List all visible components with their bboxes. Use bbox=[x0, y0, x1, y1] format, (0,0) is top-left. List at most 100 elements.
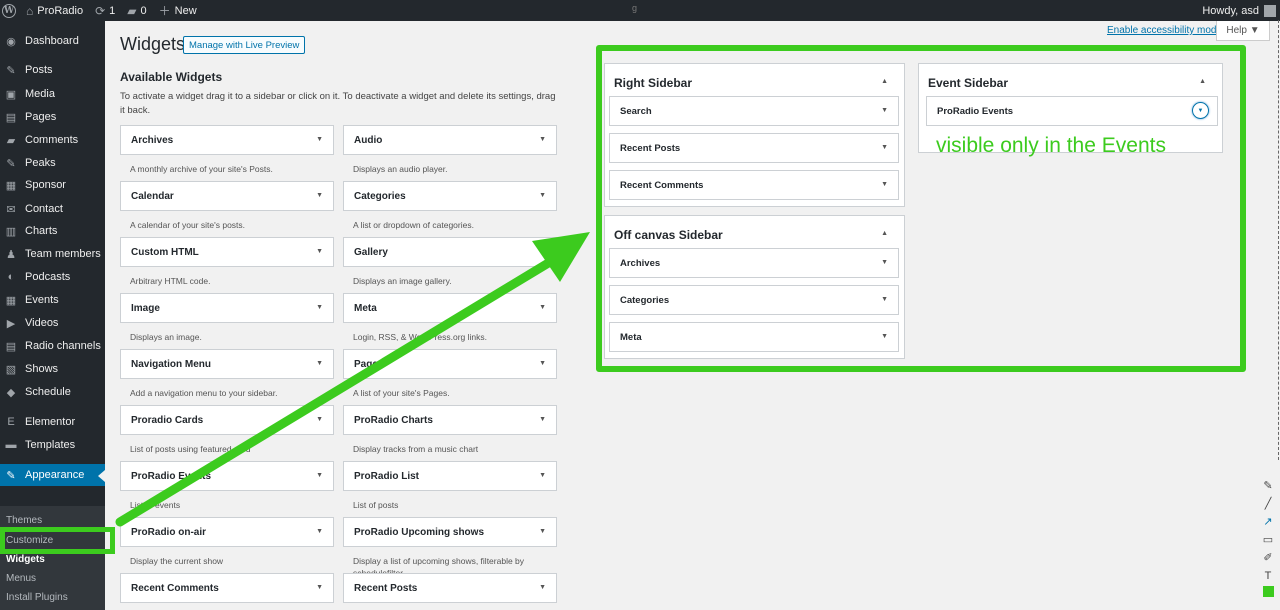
widget-description: Displays an audio player. bbox=[353, 164, 448, 174]
page-title: Widgets bbox=[120, 34, 186, 54]
expand-arrow-icon[interactable]: ▼ bbox=[316, 360, 323, 367]
menu-item-radio-channels[interactable]: ▤ Radio channels bbox=[0, 335, 105, 357]
color-swatch[interactable] bbox=[1262, 586, 1274, 597]
menu-item-schedule[interactable]: ◆ Schedule bbox=[0, 381, 105, 403]
my-account-link[interactable]: Howdy, asd bbox=[1202, 0, 1276, 21]
menu-item-podcasts[interactable]: ◐ Podcasts bbox=[0, 266, 105, 288]
line-icon[interactable]: ╱ bbox=[1265, 496, 1272, 511]
expand-arrow-icon[interactable]: ▼ bbox=[316, 416, 323, 423]
accessibility-mode-link[interactable]: Enable accessibility mode bbox=[1107, 25, 1222, 36]
brush-icon: ✎ bbox=[6, 469, 16, 482]
widget-proradio-cards[interactable]: Proradio Cards ▼ bbox=[120, 405, 334, 435]
elementor-icon: E bbox=[7, 416, 15, 428]
widget-recent-posts[interactable]: Recent Posts ▼ bbox=[343, 573, 557, 603]
menu-item-elementor[interactable]: E Elementor bbox=[0, 411, 105, 433]
widget-proradio-charts[interactable]: ProRadio Charts ▼ bbox=[343, 405, 557, 435]
expand-arrow-icon[interactable]: ▼ bbox=[539, 528, 546, 535]
menu-item-posts[interactable]: ✎ Posts bbox=[0, 59, 105, 81]
widget-archives[interactable]: Archives ▼ bbox=[120, 125, 334, 155]
highlighter-icon[interactable]: ✐ bbox=[1263, 550, 1272, 565]
expand-arrow-icon[interactable]: ▼ bbox=[316, 248, 323, 255]
expand-arrow-icon[interactable]: ▼ bbox=[316, 472, 323, 479]
expand-arrow-icon[interactable]: ▼ bbox=[539, 584, 546, 591]
live-preview-button[interactable]: Manage with Live Preview bbox=[183, 36, 306, 54]
podcast-icon: ◐ bbox=[7, 271, 15, 283]
calendar-icon: ▦ bbox=[5, 294, 17, 307]
expand-arrow-icon[interactable]: ▼ bbox=[316, 136, 323, 143]
available-widgets-description: To activate a widget drag it to a sideba… bbox=[120, 91, 556, 116]
widget-description: Login, RSS, & WordPress.org links. bbox=[353, 332, 488, 342]
arrow-icon[interactable]: ↗ bbox=[1263, 514, 1272, 529]
expand-arrow-icon[interactable]: ▼ bbox=[539, 192, 546, 199]
help-tab-button[interactable]: Help ▼ bbox=[1216, 21, 1270, 41]
menu-item-peaks[interactable]: ✎ Peaks bbox=[0, 152, 105, 174]
wordpress-logo-icon[interactable]: W bbox=[2, 3, 16, 18]
text-icon[interactable]: T bbox=[1265, 568, 1272, 583]
widget-gallery[interactable]: Gallery ▼ bbox=[343, 237, 557, 267]
submenu-item-menus[interactable]: Menus bbox=[6, 573, 36, 584]
widget-description: A list of your site's Pages. bbox=[353, 388, 450, 398]
widget-recent-comments[interactable]: Recent Comments ▼ bbox=[120, 573, 334, 603]
widget-audio[interactable]: Audio ▼ bbox=[343, 125, 557, 155]
widget-meta[interactable]: Meta ▼ bbox=[343, 293, 557, 323]
menu-item-charts[interactable]: ▥ Charts bbox=[0, 220, 105, 242]
site-name-link[interactable]: ⌂ ProRadio bbox=[20, 0, 89, 21]
page-edge-divider bbox=[1278, 20, 1279, 460]
widget-description: Display tracks from a music chart bbox=[353, 444, 479, 454]
widget-description: Displays an image gallery. bbox=[353, 276, 452, 286]
widget-proradio-events[interactable]: ProRadio Events ▼ bbox=[120, 461, 334, 491]
submenu-item-widgets[interactable]: Widgets bbox=[6, 554, 45, 565]
menu-item-team-members[interactable]: ♟ Team members bbox=[0, 243, 105, 265]
widget-image[interactable]: Image ▼ bbox=[120, 293, 334, 323]
menu-item-shows[interactable]: ▧ Shows bbox=[0, 358, 105, 380]
admin-bar: W ⌂ ProRadio ⟳ 1 ▰ 0 ＋ New g Howdy, asd bbox=[0, 0, 1280, 21]
menu-item-contact[interactable]: ✉ Contact bbox=[0, 198, 105, 220]
pin-icon: ✎ bbox=[6, 64, 16, 77]
updates-link[interactable]: ⟳ 1 bbox=[89, 0, 121, 21]
widget-pages[interactable]: Pages ▼ bbox=[343, 349, 557, 379]
comment-icon: ▰ bbox=[6, 134, 16, 147]
expand-arrow-icon[interactable]: ▼ bbox=[539, 248, 546, 255]
widget-description: List of posts bbox=[353, 500, 399, 510]
schedule-icon: ◆ bbox=[6, 386, 16, 399]
submenu-item-themes[interactable]: Themes bbox=[6, 515, 42, 526]
expand-arrow-icon[interactable]: ▼ bbox=[316, 528, 323, 535]
widget-proradio-upcoming-shows[interactable]: ProRadio Upcoming shows ▼ bbox=[343, 517, 557, 547]
expand-arrow-icon[interactable]: ▼ bbox=[539, 416, 546, 423]
pencil-icon[interactable]: ✎ bbox=[1263, 478, 1272, 493]
menu-item-dashboard[interactable]: ◉ Dashboard bbox=[0, 30, 105, 52]
pin-icon: ✎ bbox=[6, 157, 16, 170]
menu-item-videos[interactable]: ▶ Videos bbox=[0, 312, 105, 334]
menu-item-media[interactable]: ▣ Media bbox=[0, 83, 105, 105]
expand-arrow-icon[interactable]: ▼ bbox=[316, 304, 323, 311]
expand-arrow-icon[interactable]: ▼ bbox=[539, 136, 546, 143]
menu-item-events[interactable]: ▦ Events bbox=[0, 289, 105, 311]
menu-item-sponsor[interactable]: ▦ Sponsor bbox=[0, 174, 105, 196]
rectangle-icon[interactable]: ▭ bbox=[1263, 532, 1273, 547]
widget-categories[interactable]: Categories ▼ bbox=[343, 181, 557, 211]
menu-item-appearance[interactable]: ✎ Appearance bbox=[0, 464, 105, 486]
menu-item-pages[interactable]: ▤ Pages bbox=[0, 106, 105, 128]
widget-custom-html[interactable]: Custom HTML ▼ bbox=[120, 237, 334, 267]
widget-proradio-on-air[interactable]: ProRadio on-air ▼ bbox=[120, 517, 334, 547]
team-icon: ♟ bbox=[6, 248, 16, 261]
annotation-widgets-highlight bbox=[0, 527, 115, 554]
menu-item-comments[interactable]: ▰ Comments bbox=[0, 129, 105, 151]
expand-arrow-icon[interactable]: ▼ bbox=[539, 304, 546, 311]
submenu-item-install-plugins[interactable]: Install Plugins bbox=[6, 592, 68, 603]
comments-link[interactable]: ▰ 0 bbox=[121, 0, 152, 21]
expand-arrow-icon[interactable]: ▼ bbox=[316, 584, 323, 591]
radio-icon: ▤ bbox=[5, 340, 17, 353]
widget-navigation-menu[interactable]: Navigation Menu ▼ bbox=[120, 349, 334, 379]
appearance-submenu: Themes Customize Widgets Menus Install Plugi… bbox=[0, 506, 105, 610]
expand-arrow-icon[interactable]: ▼ bbox=[539, 360, 546, 367]
new-content-link[interactable]: ＋ New bbox=[153, 0, 203, 21]
widget-description: Displays an image. bbox=[130, 332, 202, 342]
widget-calendar[interactable]: Calendar ▼ bbox=[120, 181, 334, 211]
widget-proradio-list[interactable]: ProRadio List ▼ bbox=[343, 461, 557, 491]
widget-description: List of posts using featured card bbox=[130, 444, 251, 454]
menu-item-templates[interactable]: ▬ Templates bbox=[0, 434, 105, 456]
expand-arrow-icon[interactable]: ▼ bbox=[316, 192, 323, 199]
annotation-note: visible only in the Events bbox=[936, 134, 1166, 157]
expand-arrow-icon[interactable]: ▼ bbox=[539, 472, 546, 479]
